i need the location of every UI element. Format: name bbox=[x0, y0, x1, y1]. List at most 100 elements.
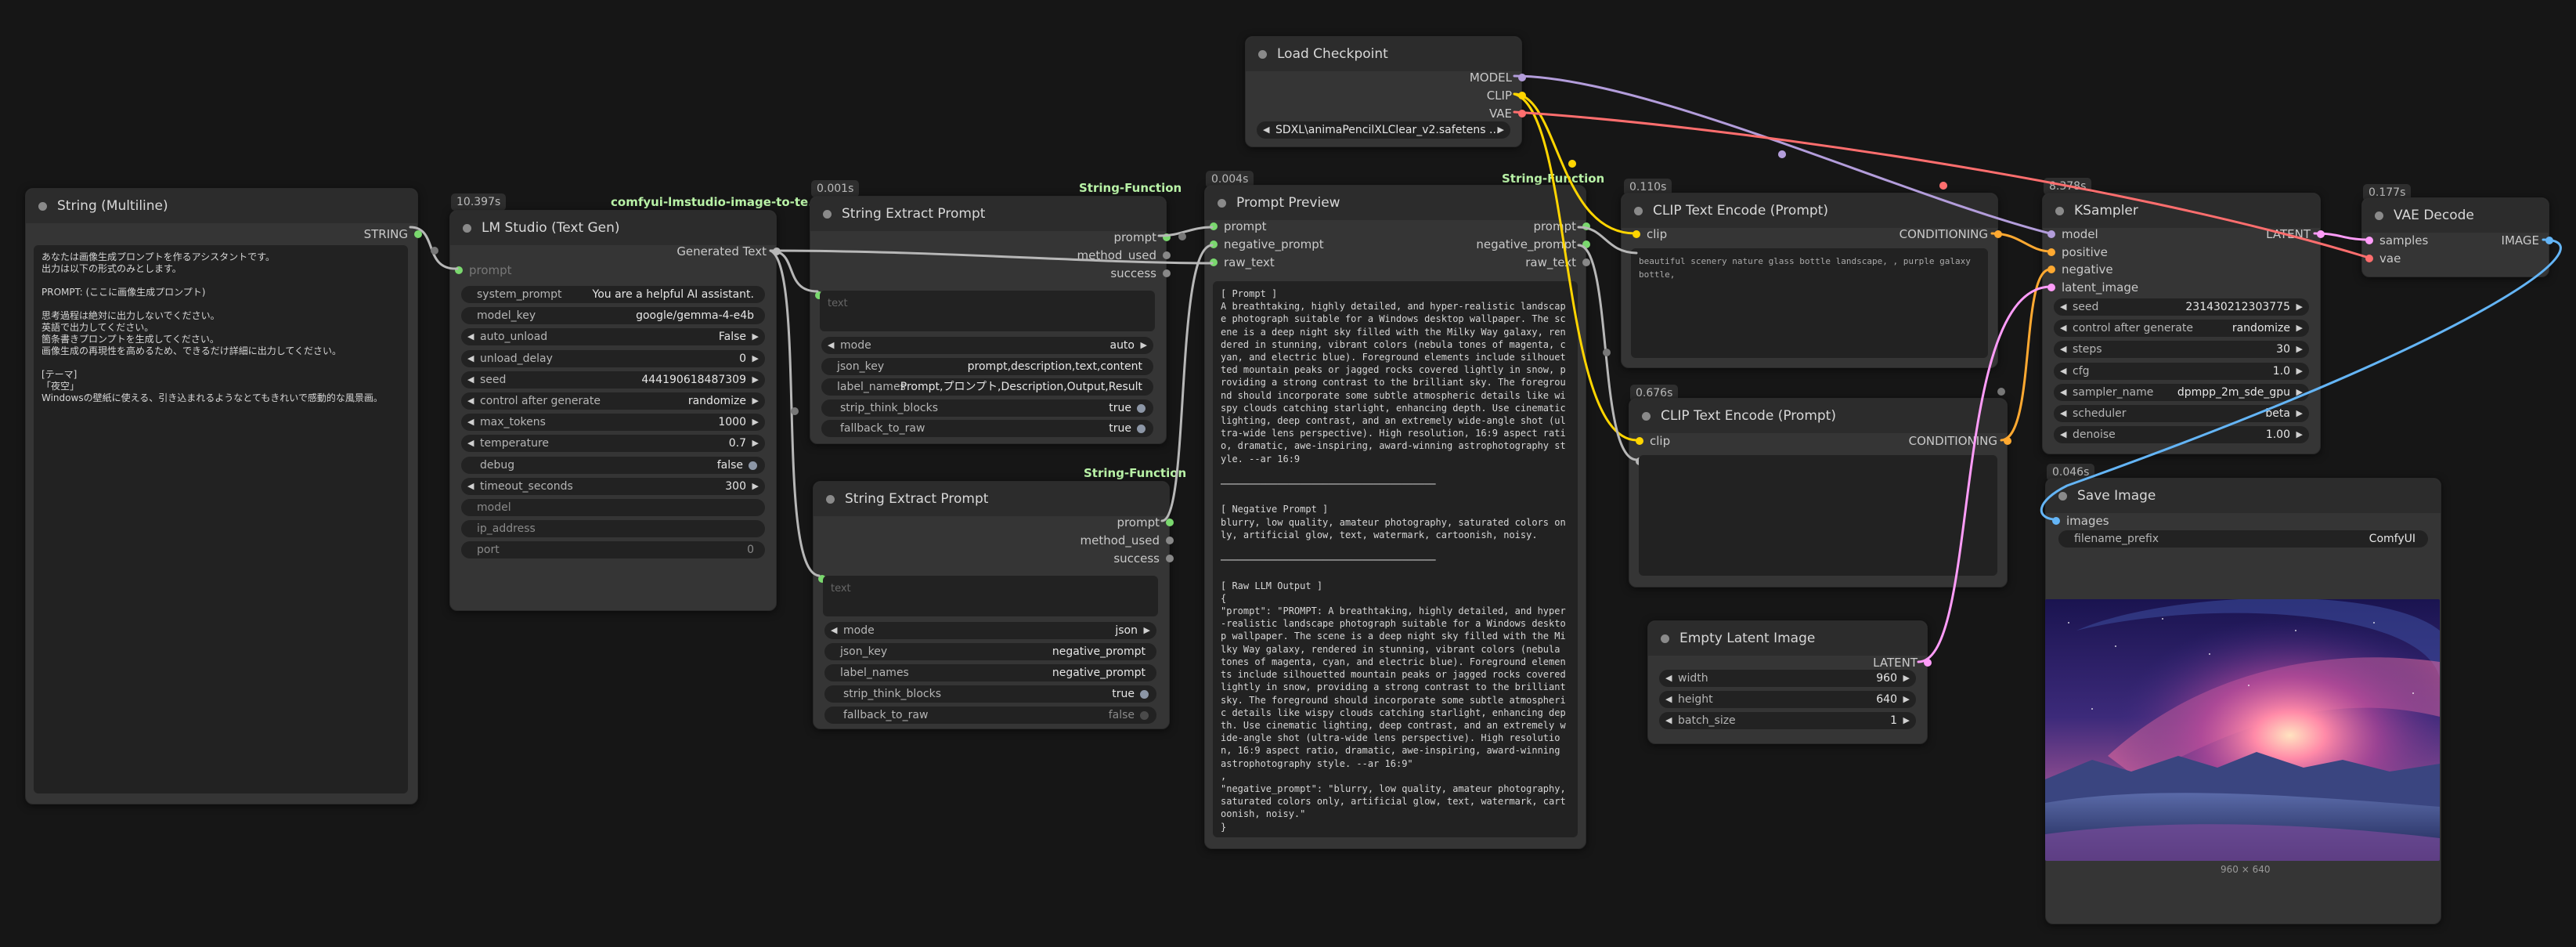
node-title-bar[interactable]: VAE Decode bbox=[2362, 198, 2549, 233]
arrow-left-icon[interactable]: ◀ bbox=[467, 392, 474, 410]
widget-fallback-to-raw[interactable]: fallback_to_raw true bbox=[821, 420, 1153, 437]
node-clip-text-encode-positive[interactable]: CLIP Text Encode (Prompt) clip CONDITION… bbox=[1621, 193, 2002, 368]
output-negative-prompt[interactable]: negative_prompt bbox=[1476, 237, 1590, 252]
widget-model[interactable]: model bbox=[461, 499, 765, 516]
slot-dot-icon[interactable] bbox=[455, 266, 463, 274]
arrow-right-icon[interactable]: ▶ bbox=[1144, 622, 1150, 639]
input-negative-prompt[interactable]: negative_prompt bbox=[1210, 237, 1324, 252]
node-title-bar[interactable]: CLIP Text Encode (Prompt) bbox=[1622, 193, 1997, 228]
slot-dot-icon[interactable] bbox=[2365, 255, 2373, 262]
widget-cfg[interactable]: ◀ cfg 1.0 ▶ bbox=[2054, 362, 2309, 380]
toggle-knob-icon[interactable] bbox=[749, 461, 757, 470]
input-model[interactable]: model bbox=[2047, 226, 2098, 242]
node-vae-decode[interactable]: VAE Decode samples vae IMAGE bbox=[2361, 197, 2553, 277]
toggle-knob-icon[interactable] bbox=[1137, 425, 1145, 433]
input-raw-text[interactable]: raw_text bbox=[1210, 255, 1275, 270]
arrow-right-icon[interactable]: ▶ bbox=[752, 414, 759, 431]
output-method-used[interactable]: method_used bbox=[1077, 248, 1171, 263]
node-title-bar[interactable]: String Extract Prompt bbox=[810, 197, 1166, 231]
slot-dot-icon[interactable] bbox=[2047, 283, 2055, 291]
node-title-bar[interactable]: String (Multiline) bbox=[26, 189, 417, 223]
collapse-dot-icon[interactable] bbox=[1642, 412, 1651, 421]
widget-height[interactable]: ◀ height 640 ▶ bbox=[1659, 691, 1916, 708]
node-ksampler[interactable]: KSampler LATENT ◀ seed 231430212303775 ▶ ◀ co… bbox=[2042, 193, 2325, 454]
output-vae[interactable]: VAE bbox=[1489, 106, 1526, 121]
widget-batch-size[interactable]: ◀ batch_size 1 ▶ bbox=[1659, 712, 1916, 729]
node-title-bar[interactable]: KSampler bbox=[2043, 193, 2320, 228]
slot-dot-icon[interactable] bbox=[2047, 248, 2055, 256]
arrow-left-icon[interactable]: ◀ bbox=[2060, 320, 2066, 337]
output-prompt[interactable]: prompt bbox=[1117, 515, 1174, 530]
output-model[interactable]: MODEL bbox=[1470, 70, 1526, 85]
ckpt-name-select[interactable]: ◀ SDXL\animaPencilXLClear_v2.safetens ..… bbox=[1257, 121, 1510, 139]
node-title-bar[interactable]: CLIP Text Encode (Prompt) bbox=[1629, 399, 2007, 433]
collapse-dot-icon[interactable] bbox=[1634, 207, 1643, 215]
widget-denoise[interactable]: ◀ denoise 1.00 ▶ bbox=[2054, 426, 2309, 444]
collapse-dot-icon[interactable] bbox=[38, 202, 47, 211]
slot-dot-icon[interactable] bbox=[1582, 258, 1590, 266]
widget-debug[interactable]: debug false bbox=[461, 456, 765, 474]
output-latent[interactable]: LATENT bbox=[1873, 655, 1932, 670]
filename-prefix-input[interactable]: filename_prefix ComfyUI bbox=[2058, 530, 2428, 548]
slot-dot-icon[interactable] bbox=[773, 248, 781, 255]
output-latent[interactable]: LATENT bbox=[2266, 226, 2325, 242]
node-title-bar[interactable]: Prompt Preview bbox=[1205, 186, 1586, 220]
widget-unload-delay[interactable]: ◀ unload_delay 0 ▶ bbox=[461, 349, 765, 367]
toggle-knob-icon[interactable] bbox=[1140, 690, 1149, 699]
collapse-dot-icon[interactable] bbox=[2058, 492, 2067, 501]
node-title-bar[interactable]: Load Checkpoint bbox=[1246, 37, 1521, 71]
arrow-right-icon[interactable]: ▶ bbox=[2296, 341, 2303, 358]
arrow-left-icon[interactable]: ◀ bbox=[1263, 121, 1269, 139]
arrow-right-icon[interactable]: ▶ bbox=[752, 392, 759, 410]
slot-dot-icon[interactable] bbox=[1633, 230, 1640, 238]
arrow-right-icon[interactable]: ▶ bbox=[752, 328, 759, 345]
widget-control-after-generate[interactable]: ◀ control after generate randomize ▶ bbox=[461, 392, 765, 410]
arrow-left-icon[interactable]: ◀ bbox=[2060, 363, 2066, 380]
widget-steps[interactable]: ◀ steps 30 ▶ bbox=[2054, 341, 2309, 359]
arrow-right-icon[interactable]: ▶ bbox=[752, 435, 759, 452]
arrow-left-icon[interactable]: ◀ bbox=[2060, 426, 2066, 443]
slot-dot-icon[interactable] bbox=[1210, 240, 1218, 248]
slot-dot-icon[interactable] bbox=[2047, 230, 2055, 238]
node-string-multiline[interactable]: String (Multiline) STRING あなたは画像生成プロンプトを… bbox=[25, 188, 422, 804]
collapse-dot-icon[interactable] bbox=[2375, 211, 2383, 220]
node-empty-latent-image[interactable]: Empty Latent Image LATENT ◀ width 960 ▶ ◀ hei… bbox=[1647, 620, 1932, 744]
slot-dot-icon[interactable] bbox=[1636, 437, 1643, 445]
output-method-used[interactable]: method_used bbox=[1081, 533, 1174, 548]
slot-dot-icon[interactable] bbox=[2545, 237, 2553, 244]
text-input[interactable]: text bbox=[823, 576, 1158, 616]
arrow-right-icon[interactable]: ▶ bbox=[752, 350, 759, 367]
arrow-right-icon[interactable]: ▶ bbox=[752, 371, 759, 389]
collapse-dot-icon[interactable] bbox=[1218, 199, 1226, 208]
node-title-bar[interactable]: Empty Latent Image bbox=[1648, 621, 1927, 656]
input-samples[interactable]: samples bbox=[2365, 233, 2428, 248]
input-latent-image[interactable]: latent_image bbox=[2047, 280, 2138, 295]
input-images[interactable]: images bbox=[2052, 513, 2109, 529]
node-string-extract-prompt-1[interactable]: String Extract Prompt text ◀ mode auto ▶ jso… bbox=[810, 196, 1171, 444]
arrow-left-icon[interactable]: ◀ bbox=[467, 328, 474, 345]
arrow-left-icon[interactable]: ◀ bbox=[828, 337, 834, 354]
slot-dot-icon[interactable] bbox=[1210, 222, 1218, 230]
widget-json-key[interactable]: json_key prompt,description,text,content bbox=[821, 357, 1153, 375]
collapse-dot-icon[interactable] bbox=[2055, 207, 2064, 215]
widget-mode[interactable]: ◀ mode json ▶ bbox=[824, 622, 1156, 639]
slot-dot-icon[interactable] bbox=[1166, 537, 1174, 544]
arrow-right-icon[interactable]: ▶ bbox=[1141, 337, 1147, 354]
slot-dot-icon[interactable] bbox=[2047, 266, 2055, 273]
slot-dot-icon[interactable] bbox=[1582, 240, 1590, 248]
multiline-text-input[interactable]: あなたは画像生成プロンプトを作るアシスタントです。 出力は以下の形式のみとします… bbox=[34, 245, 408, 793]
output-prompt[interactable]: prompt bbox=[1113, 230, 1171, 245]
output-generated-text[interactable]: Generated Text bbox=[676, 244, 781, 259]
widget-label-names[interactable]: label_names Prompt,プロンプト,Description,Outp… bbox=[821, 378, 1153, 396]
node-load-checkpoint[interactable]: Load Checkpoint ◀ SDXL\animaPencilXLClea… bbox=[1245, 36, 1526, 147]
node-lm-studio[interactable]: LM Studio (Text Gen) Generated Text prom… bbox=[449, 210, 781, 611]
arrow-right-icon[interactable]: ▶ bbox=[752, 478, 759, 495]
input-prompt[interactable]: prompt bbox=[1210, 219, 1267, 234]
widget-strip-think-blocks[interactable]: strip_think_blocks true bbox=[821, 399, 1153, 417]
arrow-right-icon[interactable]: ▶ bbox=[1498, 121, 1504, 139]
slot-dot-icon[interactable] bbox=[1994, 230, 2002, 238]
widget-json-key[interactable]: json_key negative_prompt bbox=[824, 643, 1156, 660]
slot-dot-icon[interactable] bbox=[1518, 92, 1526, 99]
slot-dot-icon[interactable] bbox=[1924, 659, 1932, 667]
arrow-left-icon[interactable]: ◀ bbox=[1665, 691, 1672, 708]
